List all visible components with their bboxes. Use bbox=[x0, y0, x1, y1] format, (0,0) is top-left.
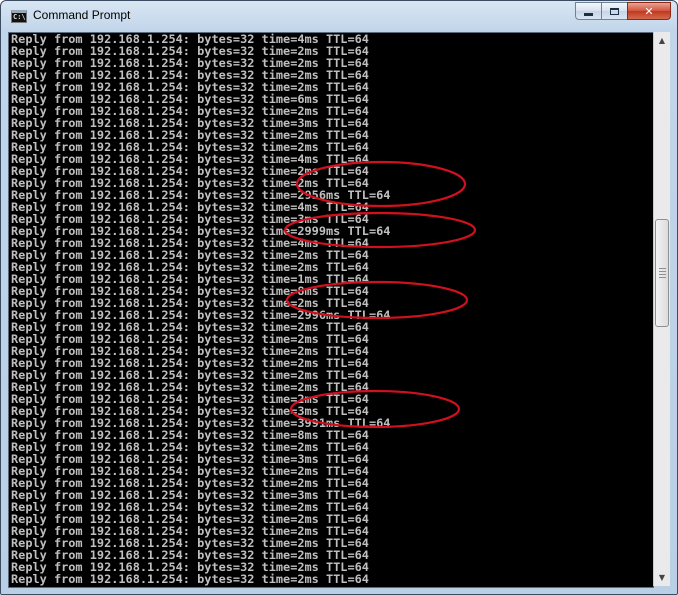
cmd-icon[interactable]: C:\ bbox=[11, 10, 27, 23]
vertical-scrollbar[interactable]: ▲ ▼ bbox=[653, 32, 670, 586]
scroll-thumb[interactable] bbox=[655, 219, 669, 327]
grip-line bbox=[659, 277, 666, 278]
scroll-up-button[interactable]: ▲ bbox=[654, 32, 670, 49]
minimize-button[interactable] bbox=[575, 2, 601, 20]
grip-line bbox=[659, 274, 666, 275]
window-title: Command Prompt bbox=[33, 8, 131, 22]
maximize-button[interactable] bbox=[601, 2, 627, 20]
chevron-up-icon: ▲ bbox=[658, 36, 666, 45]
scroll-down-button[interactable]: ▼ bbox=[654, 569, 670, 586]
command-prompt-window: C:\ Command Prompt ✕ Reply from 192.168.… bbox=[0, 0, 678, 595]
console-lines: Reply from 192.168.1.254: bytes=32 time=… bbox=[11, 33, 390, 585]
close-icon: ✕ bbox=[644, 4, 654, 18]
minimize-icon bbox=[584, 12, 593, 16]
console-line: Reply from 192.168.1.254: bytes=32 time=… bbox=[11, 572, 369, 586]
console-output[interactable]: Reply from 192.168.1.254: bytes=32 time=… bbox=[8, 32, 654, 588]
title-bar[interactable]: C:\ Command Prompt ✕ bbox=[1, 1, 677, 33]
caption-buttons: ✕ bbox=[575, 2, 671, 22]
chevron-down-icon: ▼ bbox=[658, 573, 666, 582]
grip-line bbox=[659, 268, 666, 269]
grip-line bbox=[659, 271, 666, 272]
maximize-icon bbox=[610, 7, 619, 15]
close-button[interactable]: ✕ bbox=[627, 2, 671, 20]
